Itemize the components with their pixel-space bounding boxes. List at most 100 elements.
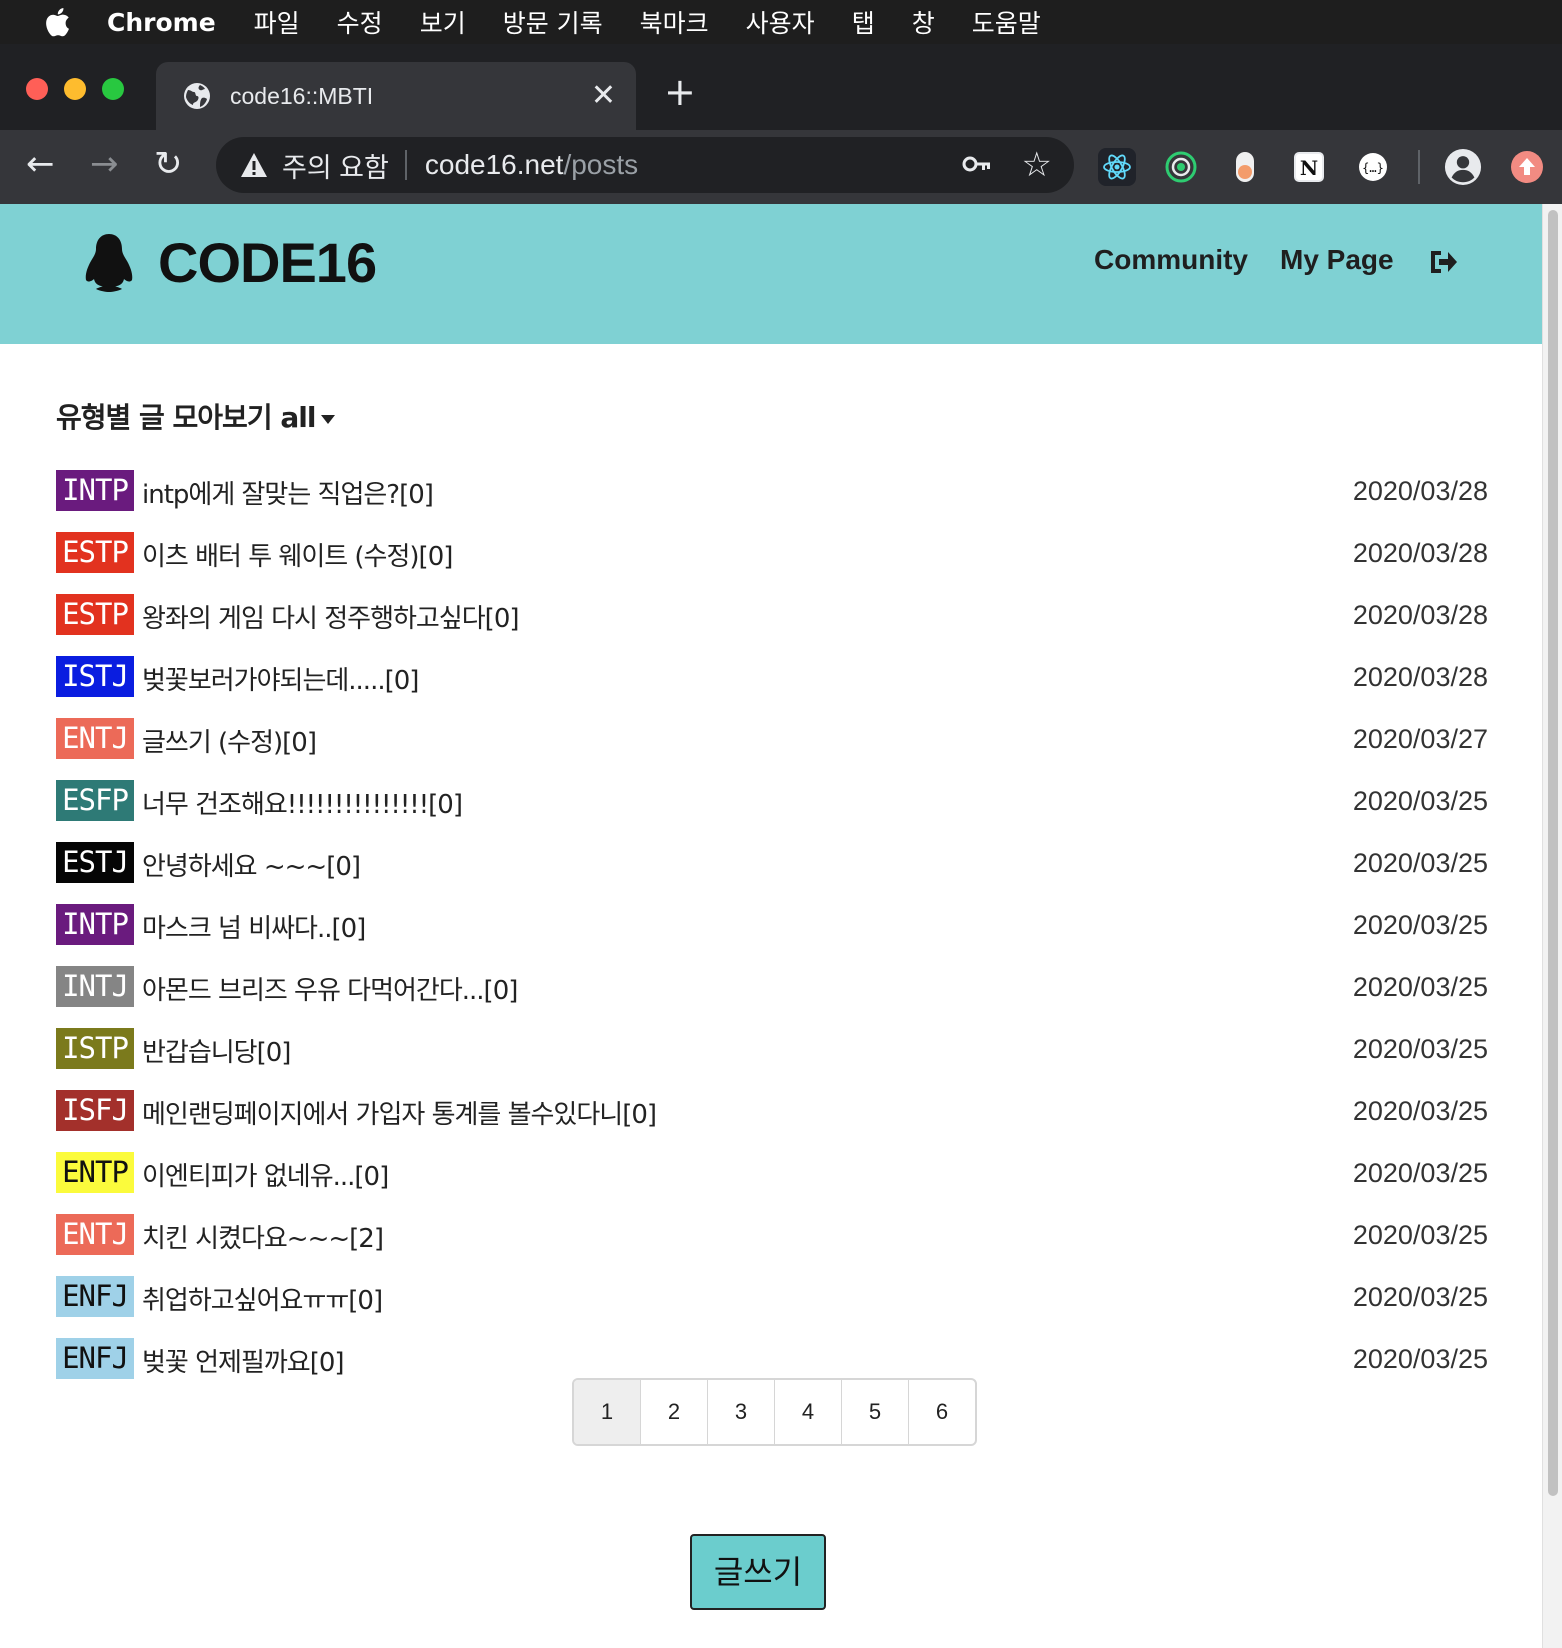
mbti-type-badge[interactable]: INTJ [56, 966, 134, 1007]
mbti-type-badge[interactable]: ENTJ [56, 1214, 134, 1255]
post-title-link[interactable]: 왕좌의 게임 다시 정주행하고싶다[0] [142, 598, 520, 635]
post-row[interactable]: ESTJ 안녕하세요 ~~~[0] 2020/03/25 [56, 842, 1488, 904]
window-minimize-button[interactable] [64, 78, 86, 100]
url-host: code16.net [424, 149, 564, 180]
page-button-2[interactable]: 2 [641, 1380, 708, 1444]
post-title-link[interactable]: 취업하고싶어요ㅠㅠ[0] [142, 1280, 383, 1317]
menu-edit[interactable]: 수정 [337, 4, 383, 40]
post-title-link[interactable]: 아몬드 브리즈 우유 다먹어간다...[0] [142, 970, 518, 1007]
penguin-logo-icon[interactable] [84, 232, 134, 294]
update-chrome-icon[interactable] [1508, 148, 1546, 186]
apple-icon[interactable] [41, 5, 71, 39]
menubar-app-name[interactable]: Chrome [107, 8, 216, 37]
post-row[interactable]: ISTJ 벚꽃보러가야되는데.....[0] 2020/03/28 [56, 656, 1488, 718]
post-row[interactable]: ENTJ 치킨 시켰다요~~~[2] 2020/03/25 [56, 1214, 1488, 1276]
menu-file[interactable]: 파일 [254, 4, 300, 40]
site-brand[interactable]: CODE16 [158, 230, 377, 295]
mbti-type-badge[interactable]: ISTP [56, 1028, 134, 1069]
post-date: 2020/03/25 [1352, 1034, 1488, 1064]
post-row[interactable]: ISTP 반갑습니당[0] 2020/03/25 [56, 1028, 1488, 1090]
post-date: 2020/03/25 [1352, 786, 1488, 816]
mbti-type-badge[interactable]: ESTJ [56, 842, 134, 883]
notion-icon[interactable]: N [1290, 148, 1328, 186]
new-tab-button[interactable]: + [664, 70, 696, 114]
post-title-link[interactable]: 이엔티피가 없네유...[0] [142, 1156, 389, 1193]
post-row[interactable]: ESFP 너무 건조해요!!!!!!!!!!!!!!![0] 2020/03/25 [56, 780, 1488, 842]
globe-icon [184, 83, 210, 109]
menu-view[interactable]: 보기 [420, 4, 466, 40]
page-scrollbar[interactable] [1542, 204, 1562, 1648]
mbti-type-badge[interactable]: INTP [56, 904, 134, 945]
post-date: 2020/03/27 [1352, 724, 1488, 754]
nav-mypage-link[interactable]: My Page [1280, 244, 1394, 276]
mbti-type-badge[interactable]: ESTP [56, 594, 134, 635]
logout-icon[interactable] [1428, 248, 1458, 276]
post-title-link[interactable]: 너무 건조해요!!!!!!!!!!!!!!![0] [142, 784, 463, 821]
post-title-link[interactable]: 안녕하세요 ~~~[0] [142, 846, 361, 883]
post-row[interactable]: INTP intp에게 잘맞는 직업은?[0] 2020/03/28 [56, 470, 1488, 532]
back-button[interactable]: ← [26, 144, 55, 184]
mbti-type-badge[interactable]: ESTP [56, 532, 134, 573]
page-button-1[interactable]: 1 [574, 1380, 641, 1444]
post-row[interactable]: ISFJ 메인랜딩페이지에서 가입자 통계를 볼수있다니[0] 2020/03/25 [56, 1090, 1488, 1152]
post-title-link[interactable]: 메인랜딩페이지에서 가입자 통계를 볼수있다니[0] [142, 1094, 657, 1131]
post-row[interactable]: ENTP 이엔티피가 없네유...[0] 2020/03/25 [56, 1152, 1488, 1214]
mbti-type-badge[interactable]: INTP [56, 470, 134, 511]
address-bar[interactable]: 주의 요함 code16.net/posts ☆ [216, 137, 1074, 193]
post-title-link[interactable]: 글쓰기 (수정)[0] [142, 722, 317, 759]
nav-community-link[interactable]: Community [1094, 244, 1248, 276]
mbti-type-badge[interactable]: ISTJ [56, 656, 134, 697]
post-row[interactable]: ENFJ 취업하고싶어요ㅠㅠ[0] 2020/03/25 [56, 1276, 1488, 1338]
window-zoom-button[interactable] [102, 78, 124, 100]
page-button-6[interactable]: 6 [909, 1380, 975, 1444]
post-row[interactable]: ESTP 왕좌의 게임 다시 정주행하고싶다[0] 2020/03/28 [56, 594, 1488, 656]
key-icon[interactable] [962, 151, 992, 177]
mbti-type-badge[interactable]: ENTP [56, 1152, 134, 1193]
scrollbar-thumb[interactable] [1548, 210, 1558, 1496]
menu-bookmarks[interactable]: 북마크 [640, 4, 709, 40]
forward-button[interactable]: → [90, 144, 119, 184]
mbti-type-badge[interactable]: ENTJ [56, 718, 134, 759]
react-devtools-icon[interactable] [1098, 148, 1136, 186]
menu-tab[interactable]: 탭 [852, 4, 875, 40]
record-icon[interactable] [1162, 148, 1200, 186]
browser-toolbar: ← → ↻ 주의 요함 code16.net/posts ☆ N {…} [0, 130, 1562, 204]
omnibox-divider [404, 150, 407, 180]
post-title-link[interactable]: 반갑습니당[0] [142, 1032, 291, 1069]
warning-icon[interactable] [240, 152, 268, 178]
menu-profiles[interactable]: 사용자 [746, 4, 815, 40]
post-title-link[interactable]: 벚꽃 언제필까요[0] [142, 1342, 345, 1379]
post-title-link[interactable]: intp에게 잘맞는 직업은?[0] [142, 474, 434, 511]
post-title-link[interactable]: 벚꽃보러가야되는데.....[0] [142, 660, 419, 697]
post-row[interactable]: INTJ 아몬드 브리즈 우유 다먹어간다...[0] 2020/03/25 [56, 966, 1488, 1028]
post-date: 2020/03/28 [1352, 600, 1488, 630]
menu-history[interactable]: 방문 기록 [503, 4, 603, 40]
mbti-type-badge[interactable]: ENFJ [56, 1338, 134, 1379]
toggle-icon[interactable] [1226, 148, 1264, 186]
post-row[interactable]: ESTP 이츠 배터 투 웨이트 (수정)[0] 2020/03/28 [56, 532, 1488, 594]
window-close-button[interactable] [26, 78, 48, 100]
reload-button[interactable]: ↻ [154, 144, 183, 184]
mbti-type-badge[interactable]: ESFP [56, 780, 134, 821]
mbti-type-badge[interactable]: ENFJ [56, 1276, 134, 1317]
json-viewer-icon[interactable]: {…} [1354, 148, 1392, 186]
post-date: 2020/03/25 [1352, 1096, 1488, 1126]
post-title-link[interactable]: 이츠 배터 투 웨이트 (수정)[0] [142, 536, 453, 573]
security-status-label[interactable]: 주의 요함 [282, 146, 389, 185]
post-title-link[interactable]: 마스크 넘 비싸다..[0] [142, 908, 366, 945]
post-title-link[interactable]: 치킨 시켰다요~~~[2] [142, 1218, 384, 1255]
browser-tab-active[interactable]: code16::MBTI ✕ [156, 62, 636, 130]
menu-window[interactable]: 창 [912, 4, 935, 40]
type-filter-dropdown[interactable]: 유형별 글 모아보기 all [56, 396, 336, 436]
profile-avatar-icon[interactable] [1444, 148, 1482, 186]
mbti-type-badge[interactable]: ISFJ [56, 1090, 134, 1131]
write-post-button[interactable]: 글쓰기 [690, 1534, 826, 1610]
page-button-3[interactable]: 3 [708, 1380, 775, 1444]
post-row[interactable]: ENTJ 글쓰기 (수정)[0] 2020/03/27 [56, 718, 1488, 780]
menu-help[interactable]: 도움말 [972, 4, 1041, 40]
tab-close-icon[interactable]: ✕ [591, 78, 616, 113]
page-button-4[interactable]: 4 [775, 1380, 842, 1444]
post-row[interactable]: INTP 마스크 넘 비싸다..[0] 2020/03/25 [56, 904, 1488, 966]
bookmark-star-icon[interactable]: ☆ [1022, 145, 1052, 185]
page-button-5[interactable]: 5 [842, 1380, 909, 1444]
